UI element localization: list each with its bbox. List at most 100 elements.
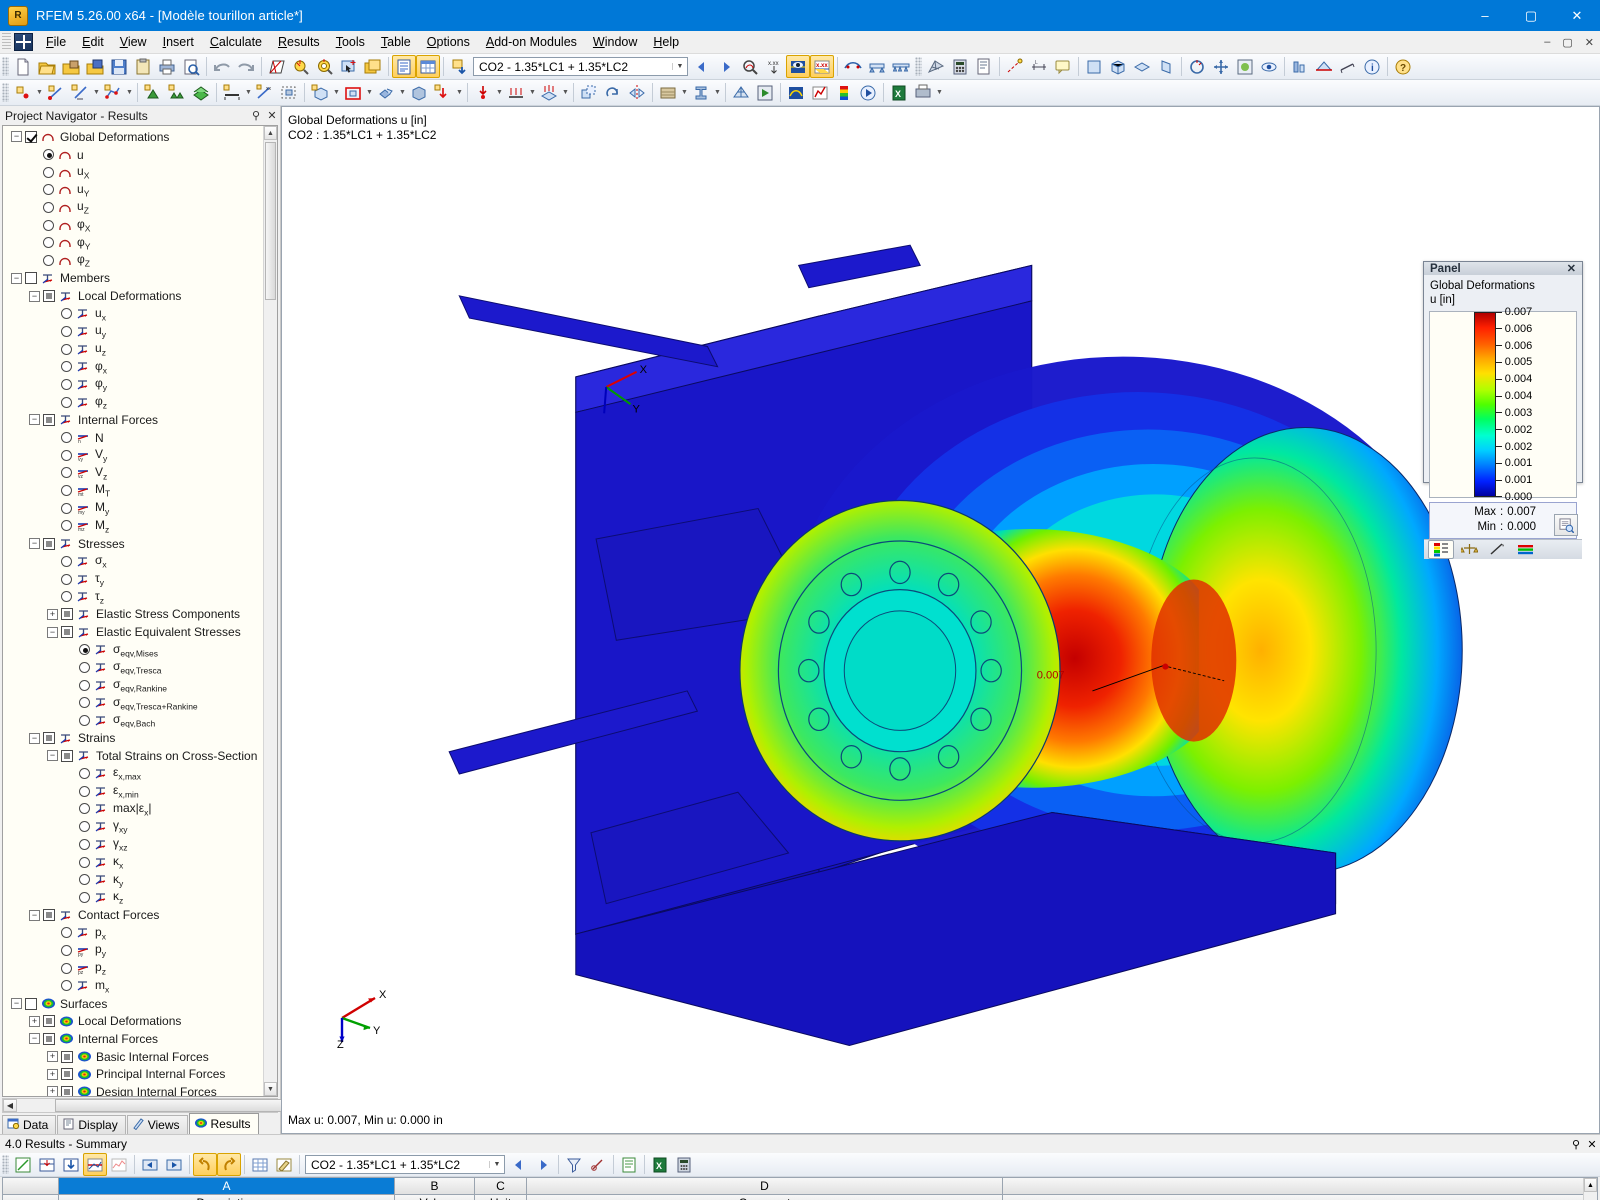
tree-checkbox[interactable] xyxy=(43,732,55,745)
tree-item[interactable]: κx xyxy=(3,853,263,871)
tree-item[interactable]: σeqv,Rankine xyxy=(3,676,263,694)
3d-viewport[interactable]: Global Deformations u [in] CO2 : 1.35*LC… xyxy=(281,106,1600,1134)
cross-section-button[interactable] xyxy=(689,81,713,104)
tree-expander[interactable]: − xyxy=(11,272,22,284)
show-result-values-button[interactable]: x.xx xyxy=(810,55,834,78)
inner-restore-button[interactable]: ▢ xyxy=(1556,36,1578,49)
grid-column-header-C[interactable]: Unit xyxy=(475,1195,527,1200)
tree-radio[interactable] xyxy=(61,343,72,355)
undo-button[interactable] xyxy=(210,55,234,78)
tree-radio[interactable] xyxy=(61,325,72,337)
tree-expander[interactable]: + xyxy=(47,608,58,620)
navigator-tab-data[interactable]: Data xyxy=(2,1115,57,1134)
navigator-tab-views[interactable]: Views xyxy=(126,1115,188,1134)
nodal-load-button[interactable] xyxy=(471,81,495,104)
open-model-button[interactable] xyxy=(83,55,107,78)
menu-file[interactable]: File xyxy=(38,32,74,52)
show-tables-button[interactable] xyxy=(392,55,416,78)
menu-edit[interactable]: Edit xyxy=(74,32,112,52)
scroll-left-icon[interactable]: ◀ xyxy=(3,1099,17,1112)
tree-item[interactable]: − Internal Forces xyxy=(3,1030,263,1048)
menu-window[interactable]: Window xyxy=(585,32,645,52)
table-excel-button[interactable]: X xyxy=(648,1153,672,1176)
chevron-down-icon[interactable]: ▼ xyxy=(495,81,504,104)
chevron-down-icon[interactable]: ▼ xyxy=(35,81,44,104)
tree-item[interactable]: τy xyxy=(3,570,263,588)
table-goto-button[interactable] xyxy=(59,1153,83,1176)
tree-radio[interactable] xyxy=(79,856,90,868)
tree-item[interactable]: − Members xyxy=(3,270,263,288)
tree-item[interactable]: uy xyxy=(3,323,263,341)
tree-item[interactable]: φX xyxy=(3,216,263,234)
tree-radio[interactable] xyxy=(79,821,90,833)
tree-item[interactable]: σeqv,Bach xyxy=(3,712,263,730)
menu-calculate[interactable]: Calculate xyxy=(202,32,270,52)
new-member-xx-button[interactable]: xx xyxy=(253,81,277,104)
table-close-icon[interactable]: ✕ xyxy=(1584,1138,1600,1151)
tree-radio[interactable] xyxy=(79,803,90,815)
tree-checkbox[interactable] xyxy=(43,1032,55,1045)
color-legend-box[interactable]: 0.007 0.006 0.006 0.005 0.004 0.004 0.003 0.002… xyxy=(1429,306,1577,503)
navigator-vertical-scrollbar[interactable]: ▲ ▼ xyxy=(263,126,277,1096)
grid-column-letter-B[interactable]: B xyxy=(395,1178,475,1195)
chevron-down-icon[interactable]: ▼ xyxy=(935,81,944,104)
color-scale-button[interactable] xyxy=(832,81,856,104)
panel-tab-color-scale[interactable] xyxy=(1428,540,1454,559)
new-member-button[interactable] xyxy=(220,81,244,104)
zoom-window-button[interactable] xyxy=(289,55,313,78)
tree-expander[interactable]: − xyxy=(47,626,58,638)
maximize-button[interactable]: ▢ xyxy=(1508,0,1554,31)
chevron-down-icon[interactable]: ▼ xyxy=(365,81,374,104)
menu-tools[interactable]: Tools xyxy=(328,32,373,52)
calculate-button[interactable] xyxy=(948,55,972,78)
menu-view[interactable]: View xyxy=(112,32,155,52)
material-button[interactable] xyxy=(656,81,680,104)
result-value-button[interactable]: x.xx xyxy=(762,55,786,78)
tree-expander[interactable]: + xyxy=(47,1051,58,1063)
show-results-button[interactable] xyxy=(786,55,810,78)
view-front-button[interactable] xyxy=(1082,55,1106,78)
toolbar-grip[interactable] xyxy=(915,57,922,76)
menubar-grip[interactable] xyxy=(2,33,11,51)
tree-radio[interactable] xyxy=(61,467,72,479)
table-insert-row-button[interactable] xyxy=(35,1153,59,1176)
tree-item[interactable]: σeqv,Mises xyxy=(3,641,263,659)
new-opening-button[interactable] xyxy=(341,81,365,104)
pan-view-button[interactable] xyxy=(1209,55,1233,78)
tree-item[interactable]: γxy xyxy=(3,818,263,836)
table-undo-button[interactable] xyxy=(193,1153,217,1176)
new-support-button[interactable] xyxy=(141,81,165,104)
menu-results[interactable]: Results xyxy=(270,32,328,52)
tree-radio[interactable] xyxy=(43,184,54,196)
grid-column-letter-C[interactable]: C xyxy=(475,1178,527,1195)
visibility-button[interactable] xyxy=(1257,55,1281,78)
animate-button[interactable] xyxy=(856,81,880,104)
move-copy-button[interactable] xyxy=(577,81,601,104)
tree-item[interactable]: − Internal Forces xyxy=(3,411,263,429)
support-forces-button[interactable] xyxy=(865,55,889,78)
tree-radio[interactable] xyxy=(43,202,54,214)
surface-load-button[interactable] xyxy=(537,81,561,104)
fe-mesh-button[interactable] xyxy=(729,81,753,104)
results-grid[interactable]: ABCD DescriptionValueUnitComment −CO1 - … xyxy=(2,1177,1598,1200)
tree-expander[interactable]: − xyxy=(29,732,40,744)
navigator-close-icon[interactable]: ✕ xyxy=(264,109,280,122)
new-file-button[interactable] xyxy=(11,55,35,78)
tree-radio[interactable] xyxy=(79,838,90,850)
tree-checkbox[interactable] xyxy=(61,626,73,639)
chevron-down-icon[interactable]: ▼ xyxy=(398,81,407,104)
results-tree[interactable]: − Global Deformations u uX uY uZ φX φY φZ − Member… xyxy=(3,126,263,1096)
tree-radio[interactable] xyxy=(61,361,72,373)
run-calculation-button[interactable] xyxy=(753,81,777,104)
grid-column-header-D[interactable]: Comment xyxy=(527,1195,1003,1200)
tree-item[interactable]: max|εx| xyxy=(3,800,263,818)
tree-expander[interactable]: − xyxy=(11,998,22,1010)
results-info-button[interactable] xyxy=(738,55,762,78)
scroll-down-icon[interactable]: ▼ xyxy=(264,1082,277,1096)
guide-lines-button[interactable] xyxy=(1003,55,1027,78)
tree-checkbox[interactable] xyxy=(61,749,73,762)
tree-checkbox[interactable] xyxy=(43,290,55,303)
grid-vertical-scrollbar[interactable]: ▲ ▼ xyxy=(1583,1178,1597,1200)
menu-insert[interactable]: Insert xyxy=(155,32,202,52)
table-next-button[interactable] xyxy=(162,1153,186,1176)
